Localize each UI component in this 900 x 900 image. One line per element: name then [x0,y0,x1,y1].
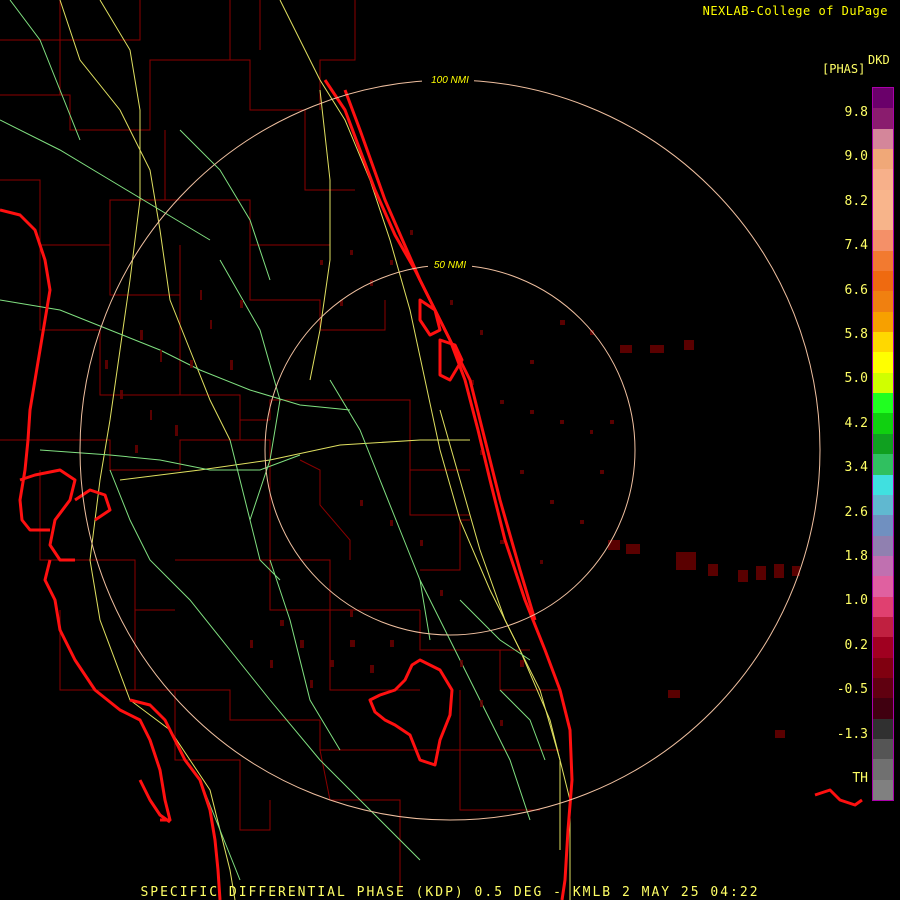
color-scale-label: 4.2 [844,415,868,431]
color-scale-label: 9.0 [844,149,868,165]
color-scale-swatch [873,698,893,720]
county-lines [0,0,560,890]
color-scale-label: 5.0 [844,371,868,387]
color-scale-swatch [873,738,893,760]
color-scale-label: -0.5 [836,682,868,698]
color-scale-label: -1.3 [836,726,868,742]
color-scale-swatch [873,311,893,333]
color-scale-label: 1.8 [844,549,868,564]
color-scale-label: 0.2 [844,637,868,653]
color-scale-swatch [873,677,893,699]
color-scale-label: 1.0 [844,593,868,609]
color-scale-swatch [873,474,893,496]
color-scale-label: 5.8 [844,327,868,342]
color-scale-swatch [873,291,893,313]
color-scale-label: 8.2 [844,193,868,209]
credit-label: NEXLAB-College of DuPage [702,4,888,18]
color-scale-swatch [873,637,893,659]
color-scale-swatch [873,169,893,191]
legend-product-code: DKD [868,53,890,67]
color-scale-swatch [873,657,893,679]
color-scale-swatch [873,413,893,435]
color-scale-swatch [873,596,893,618]
color-scale-label: 3.4 [844,460,868,476]
color-scale-label: TH [852,771,868,786]
color-scale-swatch [873,555,893,577]
radar-map: 100 NMI 50 NMI [0,0,863,900]
color-scale-swatch [873,230,893,252]
color-scale-bar [872,87,894,801]
ring-label-100: 100 NMI [431,75,469,86]
product-description: SPECIFIC DIFFERENTIAL PHASE (KDP) 0.5 DE… [140,885,760,900]
color-scale-swatch [873,616,893,638]
color-scale-swatch [873,433,893,455]
color-scale-swatch [873,393,893,414]
coastlines [0,79,863,900]
color-scale-swatch [873,108,893,130]
ring-label-50: 50 NMI [434,260,466,271]
legend-unit: [PHAS] [822,62,866,76]
color-scale-swatch [873,759,893,781]
color-scale-swatch [873,372,893,394]
color-scale-label: 7.4 [844,238,868,254]
color-scale-swatch [873,535,893,557]
color-scale-swatch [873,718,893,740]
color-scale-swatch [873,128,893,150]
color-scale-swatch [873,454,893,475]
color-scale-label: 9.8 [844,105,868,120]
color-scale-swatch [873,149,893,170]
color-scale-swatch [873,332,893,353]
color-scale-label: 6.6 [844,282,868,298]
color-scale-swatch [873,494,893,516]
radar-returns [105,230,800,738]
color-scale-label: 2.6 [844,504,868,520]
color-scale-swatch [873,352,893,374]
color-scale-swatch [873,250,893,272]
color-scale-swatch [873,210,893,231]
color-scale-swatch [873,271,893,292]
color-scale-swatch [873,779,893,801]
color-scale-swatch [873,189,893,211]
color-scale-swatch [873,576,893,598]
color-scale-swatch [873,88,893,109]
color-scale-swatch [873,515,893,537]
